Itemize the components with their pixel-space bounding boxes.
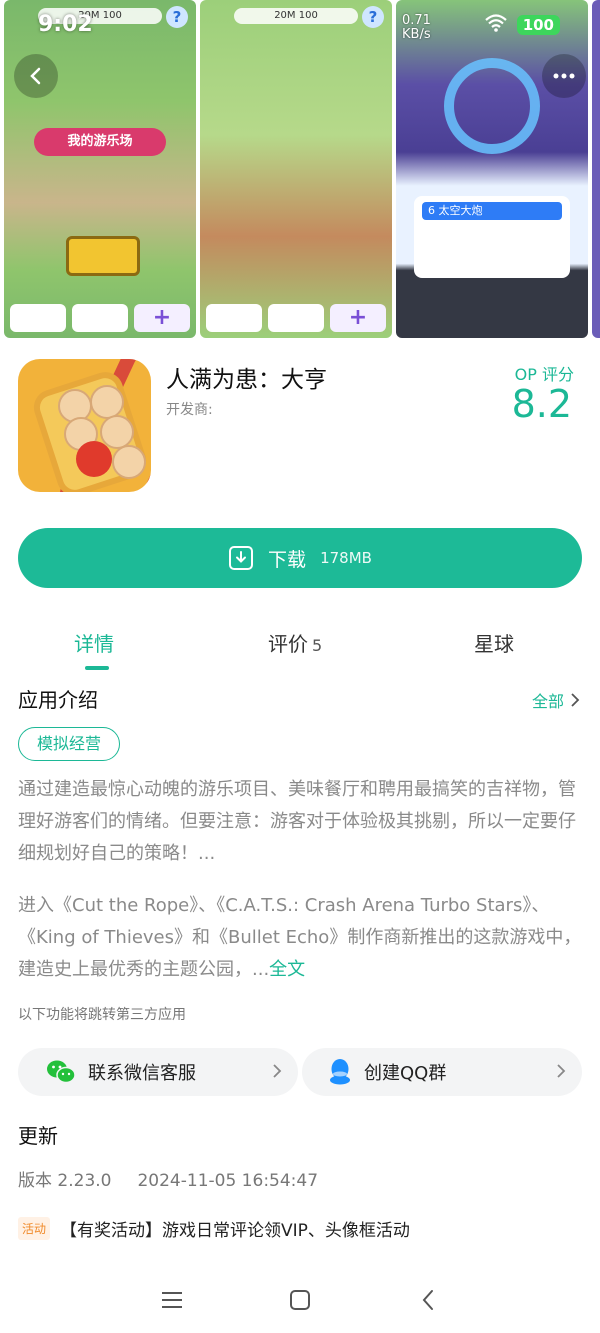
battery-indicator: 100 bbox=[516, 15, 560, 35]
third-party-note: 以下功能将跳转第三方应用 bbox=[18, 1007, 186, 1023]
net-speed-unit: KB/s bbox=[402, 27, 431, 42]
tab-planet-label: 星球 bbox=[474, 632, 514, 656]
read-more-link[interactable]: 全文 bbox=[269, 959, 305, 980]
tab-reviews-label: 评价 bbox=[268, 632, 308, 656]
attraction-card-title: 6 太空大炮 bbox=[422, 202, 562, 220]
game-hud: 20M 100 bbox=[234, 8, 358, 24]
tab-active-indicator bbox=[85, 666, 109, 670]
screenshot-3[interactable]: 6 太空大炮 bbox=[396, 0, 588, 338]
chevron-right-icon bbox=[557, 1064, 566, 1078]
status-time: 9:02 bbox=[38, 12, 93, 37]
intro-paragraph-1: 通过建造最惊心动魄的游乐项目、美味餐厅和聘用最搞笑的吉祥物，管理好游客们的情绪。… bbox=[18, 779, 576, 864]
game-bottom-bar: + bbox=[10, 304, 190, 332]
promo-text: 【有奖活动】游戏日常评论领VIP、头像框活动 bbox=[60, 1221, 410, 1241]
wechat-service-button[interactable]: 联系微信客服 bbox=[18, 1048, 298, 1096]
intro-paragraph-2: 进入《Cut the Rope》、《C.A.T.S.: Crash Arena … bbox=[18, 890, 584, 986]
genre-tag[interactable]: 模拟经营 bbox=[18, 727, 121, 761]
net-speed-value: 0.71 bbox=[402, 13, 431, 28]
wifi-icon bbox=[484, 14, 507, 36]
intro-title: 应用介绍 bbox=[18, 688, 98, 712]
more-dots-icon bbox=[553, 73, 575, 79]
game-bottom-bar: + bbox=[206, 304, 386, 332]
score-value: 8.2 bbox=[511, 382, 572, 426]
download-label: 下载 bbox=[268, 548, 307, 571]
tab-details[interactable]: 详情 bbox=[74, 628, 114, 657]
home-nav-button[interactable] bbox=[284, 1284, 316, 1316]
park-gate-banner: 我的游乐场 bbox=[34, 128, 166, 156]
download-size: 178MB bbox=[320, 549, 372, 567]
tab-planet[interactable]: 星球 bbox=[474, 628, 514, 657]
status-net-speed: 0.71 KB/s bbox=[402, 14, 431, 42]
download-icon bbox=[229, 546, 254, 570]
app-icon bbox=[18, 359, 151, 492]
screenshot-carousel[interactable]: 20M 100 ? 我的游乐场 + 20M 100 ? + 6 太空大炮 bbox=[0, 0, 600, 338]
system-nav-bar bbox=[0, 1268, 600, 1333]
chevron-left-icon bbox=[30, 67, 41, 85]
bus-illustration bbox=[66, 236, 140, 276]
back-arrow-icon bbox=[422, 1290, 433, 1310]
version-info: 版本 2.23.0 2024-11-05 16:54:47 bbox=[18, 1166, 318, 1191]
menu-nav-button[interactable] bbox=[156, 1284, 188, 1316]
promo-row[interactable]: 活动 【有奖活动】游戏日常评论领VIP、头像框活动 bbox=[18, 1216, 410, 1241]
back-nav-button[interactable] bbox=[412, 1284, 444, 1316]
tab-reviews[interactable]: 评价 5 bbox=[268, 628, 322, 657]
screenshot-2[interactable]: 20M 100 ? + bbox=[200, 0, 392, 338]
download-button[interactable]: 下载 178MB bbox=[18, 528, 582, 588]
wechat-service-label: 联系微信客服 bbox=[88, 1063, 196, 1084]
tab-details-label: 详情 bbox=[74, 632, 114, 656]
chevron-right-icon bbox=[273, 1064, 282, 1078]
status-icons: 100 bbox=[484, 14, 560, 36]
update-date: 2024-11-05 16:54:47 bbox=[137, 1171, 319, 1191]
help-icon: ? bbox=[362, 6, 384, 28]
version-number: 版本 2.23.0 bbox=[18, 1171, 112, 1191]
detail-tabs: 详情 评价 5 星球 bbox=[0, 622, 600, 672]
qq-icon bbox=[330, 1059, 350, 1085]
menu-icon bbox=[162, 1292, 182, 1308]
back-button[interactable] bbox=[14, 54, 58, 98]
chevron-right-icon bbox=[571, 693, 580, 707]
attraction-card: 6 太空大炮 bbox=[414, 196, 570, 278]
intro-all-label: 全部 bbox=[531, 692, 564, 711]
more-options-button[interactable] bbox=[542, 54, 586, 98]
planet-ring-illustration bbox=[444, 58, 540, 154]
promo-tag: 活动 bbox=[18, 1217, 51, 1240]
home-square-icon bbox=[290, 1290, 310, 1310]
qq-group-button[interactable]: 创建QQ群 bbox=[302, 1048, 582, 1096]
screenshot-1[interactable]: 20M 100 ? 我的游乐场 + bbox=[4, 0, 196, 338]
update-title: 更新 bbox=[18, 1124, 58, 1148]
screenshot-4-peek[interactable] bbox=[592, 0, 600, 338]
app-name: 人满为患：大亨 bbox=[166, 367, 327, 393]
tab-reviews-count: 5 bbox=[312, 636, 323, 655]
intro-all-link[interactable]: 全部 bbox=[532, 688, 580, 712]
developer-label[interactable]: 开发商: bbox=[166, 399, 213, 419]
qq-group-label: 创建QQ群 bbox=[364, 1063, 447, 1084]
wechat-icon bbox=[47, 1060, 76, 1084]
help-icon: ? bbox=[166, 6, 188, 28]
